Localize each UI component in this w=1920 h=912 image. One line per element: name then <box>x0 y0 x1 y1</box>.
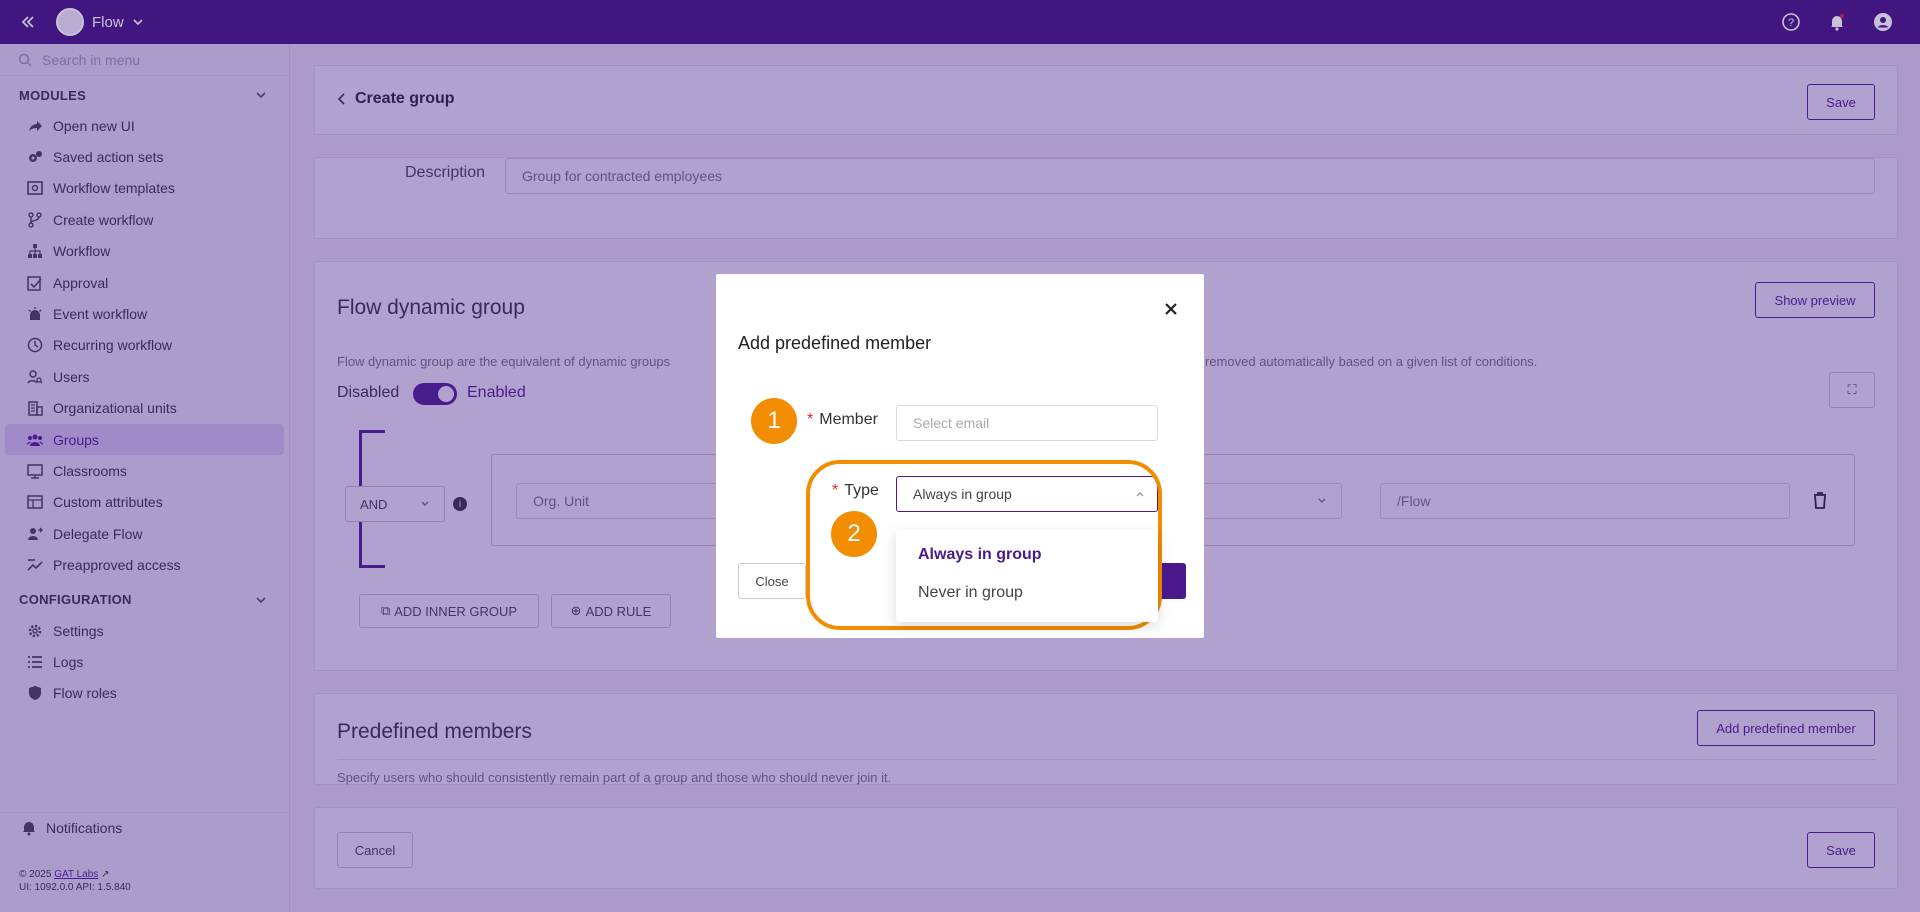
option-always-in-group[interactable]: Always in group <box>896 536 1158 574</box>
member-placeholder: Select email <box>913 415 990 431</box>
modal-backdrop-topbar <box>0 0 1920 44</box>
type-dropdown-menu: Always in group Never in group <box>896 530 1158 622</box>
dialog-close-button[interactable]: Close <box>738 563 806 599</box>
dialog-title: Add predefined member <box>738 333 932 353</box>
member-label: * Member <box>807 411 878 428</box>
step-badge-1: 1 <box>751 398 797 444</box>
option-never-in-group[interactable]: Never in group <box>896 574 1158 612</box>
member-label-text: Member <box>819 411 878 428</box>
close-icon[interactable] <box>1162 300 1180 318</box>
member-select[interactable]: Select email <box>896 405 1158 441</box>
modal-backdrop-sidebar <box>0 44 290 912</box>
